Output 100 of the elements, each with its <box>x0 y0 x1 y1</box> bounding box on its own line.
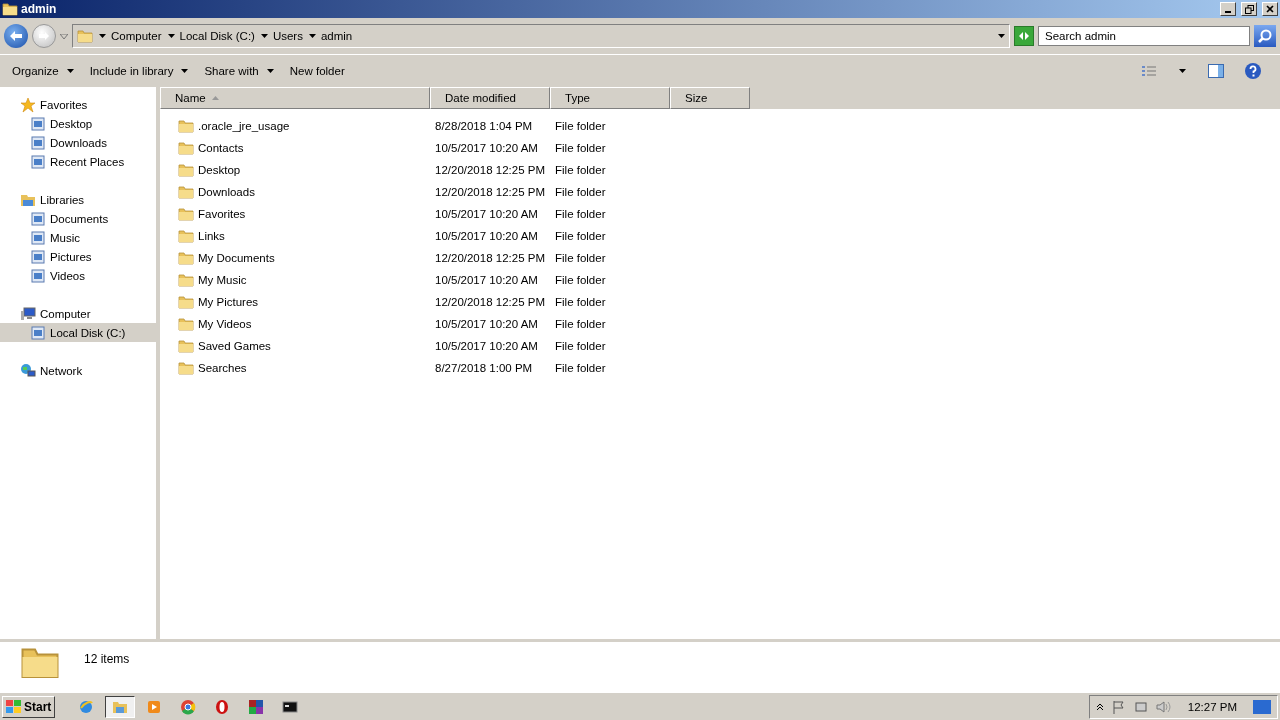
file-name[interactable]: My Pictures <box>198 296 259 308</box>
archive-icon <box>248 699 265 715</box>
sidebar-item[interactable]: Documents <box>0 209 156 228</box>
toolbar-button[interactable]: Include in library <box>83 61 195 81</box>
caret-icon <box>1179 69 1186 73</box>
dropdown-icon <box>60 33 68 39</box>
file-name[interactable]: My Music <box>198 274 247 286</box>
folder-icon <box>178 316 194 332</box>
column-header[interactable]: Type <box>550 87 670 109</box>
file-name[interactable]: Downloads <box>198 186 255 198</box>
clock[interactable]: 12:27 PM <box>1187 701 1237 713</box>
forward-button[interactable] <box>32 24 56 48</box>
sidebar-item[interactable]: Favorites <box>0 95 156 114</box>
column-header[interactable]: Date modified <box>430 87 550 109</box>
search-button[interactable] <box>1254 25 1276 47</box>
restore-icon <box>1244 4 1254 14</box>
file-name[interactable]: My Documents <box>198 252 275 264</box>
file-name[interactable]: Links <box>198 230 225 242</box>
toolbar-button[interactable]: Organize <box>6 61 80 81</box>
date-cell-text: 10/5/2017 10:20 AM <box>434 274 539 286</box>
date-cell-text: 10/5/2017 10:20 AM <box>434 142 539 154</box>
folder-icon <box>178 228 194 244</box>
item-icon <box>30 115 46 132</box>
window-title: admin <box>21 2 57 16</box>
column-header[interactable]: Name <box>160 87 430 109</box>
type-cell-text: File folder <box>554 340 607 352</box>
sort-icon <box>211 96 219 100</box>
close-button[interactable] <box>1262 2 1278 16</box>
type-cell-text: File folder <box>554 230 607 242</box>
date-cell-text: 10/5/2017 10:20 AM <box>434 208 539 220</box>
folder-icon <box>178 294 194 310</box>
refresh-button[interactable] <box>1014 26 1034 46</box>
toolbar-button[interactable]: New folder <box>283 61 351 81</box>
date-cell-text: 10/5/2017 10:20 AM <box>434 318 539 330</box>
address-bar[interactable]: Computer Local Disk (C:) Users admin <box>72 24 1010 48</box>
terminal-icon <box>282 699 299 715</box>
star-icon <box>20 96 36 113</box>
sidebar-item[interactable]: Desktop <box>0 114 156 133</box>
chevron-icon[interactable] <box>1095 703 1104 711</box>
item-icon <box>30 267 46 284</box>
date-cell-text: 8/27/2018 1:00 PM <box>434 362 534 374</box>
taskbar-button[interactable] <box>105 696 136 718</box>
date-cell-text: 12/20/2018 12:25 PM <box>434 164 546 176</box>
folder-icon <box>178 206 194 222</box>
sidebar-item[interactable]: Libraries <box>0 190 156 209</box>
breadcrumb[interactable]: Users <box>272 30 303 42</box>
type-cell-text: File folder <box>554 120 607 132</box>
column-header[interactable]: Size <box>670 87 750 109</box>
breadcrumb[interactable]: Local Disk (C:) <box>179 30 255 42</box>
opera-browser-icon <box>214 699 231 715</box>
folder-icon <box>178 338 194 354</box>
item-icon <box>30 248 46 265</box>
file-name[interactable]: Contacts <box>198 142 244 154</box>
folder-icon <box>112 699 129 715</box>
type-cell-text: File folder <box>554 318 607 330</box>
type-cell-text: File folder <box>554 362 607 374</box>
sidebar-item[interactable]: Videos <box>0 266 156 285</box>
browser-icon <box>78 699 95 715</box>
help-icon[interactable] <box>1244 62 1262 80</box>
file-name[interactable]: Favorites <box>198 208 246 220</box>
item-icon <box>30 210 46 227</box>
sidebar-item[interactable]: Pictures <box>0 247 156 266</box>
forward-arrow-icon <box>38 31 50 41</box>
start-button[interactable]: Start <box>2 696 56 718</box>
flag-icon[interactable] <box>1111 700 1126 714</box>
preview-pane-icon[interactable] <box>1208 64 1224 78</box>
file-name[interactable]: Saved Games <box>198 340 271 352</box>
sidebar-item[interactable]: Computer <box>0 304 156 323</box>
sidebar-item[interactable]: Network <box>0 361 156 380</box>
computer-icon <box>20 305 36 322</box>
search-field[interactable]: Search admin <box>1038 26 1250 46</box>
sidebar-item[interactable]: Local Disk (C:) <box>0 323 156 342</box>
file-name[interactable]: My Videos <box>198 318 252 330</box>
breadcrumb[interactable]: admin <box>320 30 353 42</box>
toolbar-button[interactable]: Share with <box>198 61 280 81</box>
file-name[interactable]: .oracle_jre_usage <box>198 120 290 132</box>
item-icon <box>30 134 46 151</box>
item-icon <box>30 229 46 246</box>
type-cell-text: File folder <box>554 164 607 176</box>
caret-icon <box>99 34 106 38</box>
folder-icon <box>178 250 194 266</box>
folder-icon <box>77 28 93 44</box>
minimize-button[interactable] <box>1220 2 1236 16</box>
caret-icon <box>266 69 274 73</box>
type-cell-text: File folder <box>554 142 607 154</box>
folder-icon <box>178 118 194 134</box>
back-button[interactable] <box>4 24 28 48</box>
sidebar-item[interactable]: Recent Places <box>0 152 156 171</box>
folder-icon <box>178 272 194 288</box>
breadcrumb[interactable]: Computer <box>111 30 162 42</box>
file-name[interactable]: Searches <box>198 362 247 374</box>
caret-icon <box>167 34 175 38</box>
restore-button[interactable] <box>1241 2 1257 16</box>
type-cell-text: File folder <box>554 252 607 264</box>
back-arrow-icon <box>9 30 23 42</box>
sidebar-item[interactable]: Music <box>0 228 156 247</box>
file-name[interactable]: Desktop <box>198 164 241 176</box>
caret-icon <box>308 34 316 38</box>
date-cell-text: 12/20/2018 12:25 PM <box>434 252 546 264</box>
sidebar-item[interactable]: Downloads <box>0 133 156 152</box>
